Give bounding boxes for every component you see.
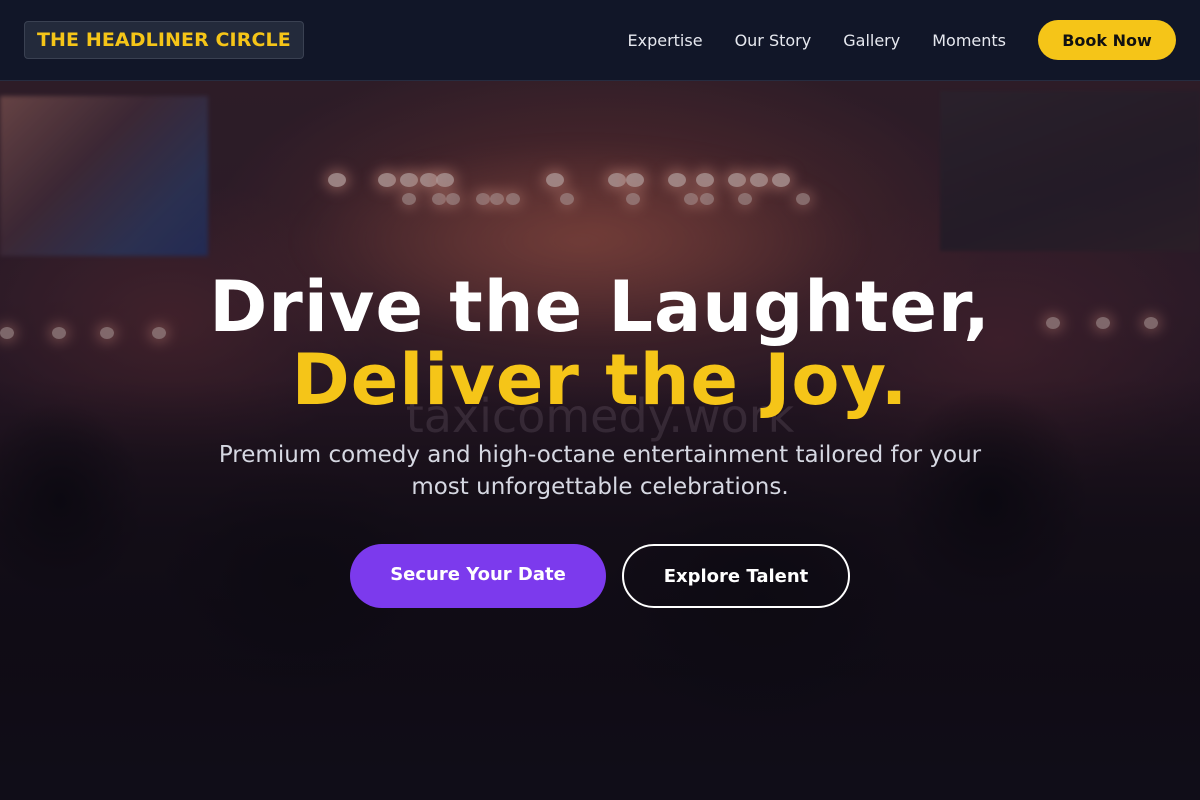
book-now-button[interactable]: Book Now bbox=[1038, 20, 1176, 60]
nav-link-our-story[interactable]: Our Story bbox=[735, 31, 812, 50]
main-nav: Expertise Our Story Gallery Moments bbox=[628, 0, 1007, 80]
site-header: THE HEADLINER CIRCLE Expertise Our Story… bbox=[0, 0, 1200, 81]
nav-link-expertise[interactable]: Expertise bbox=[628, 31, 703, 50]
secure-your-date-button[interactable]: Secure Your Date bbox=[350, 544, 606, 608]
nav-link-moments[interactable]: Moments bbox=[932, 31, 1006, 50]
nav-link-gallery[interactable]: Gallery bbox=[843, 31, 900, 50]
hero-headline-line2: Deliver the Joy. bbox=[291, 339, 909, 421]
hero-headline-line1: Drive the Laughter, bbox=[209, 266, 991, 348]
explore-talent-button[interactable]: Explore Talent bbox=[622, 544, 850, 608]
brand-logo[interactable]: THE HEADLINER CIRCLE bbox=[24, 21, 304, 59]
hero-subtitle: Premium comedy and high-octane entertain… bbox=[218, 442, 982, 500]
